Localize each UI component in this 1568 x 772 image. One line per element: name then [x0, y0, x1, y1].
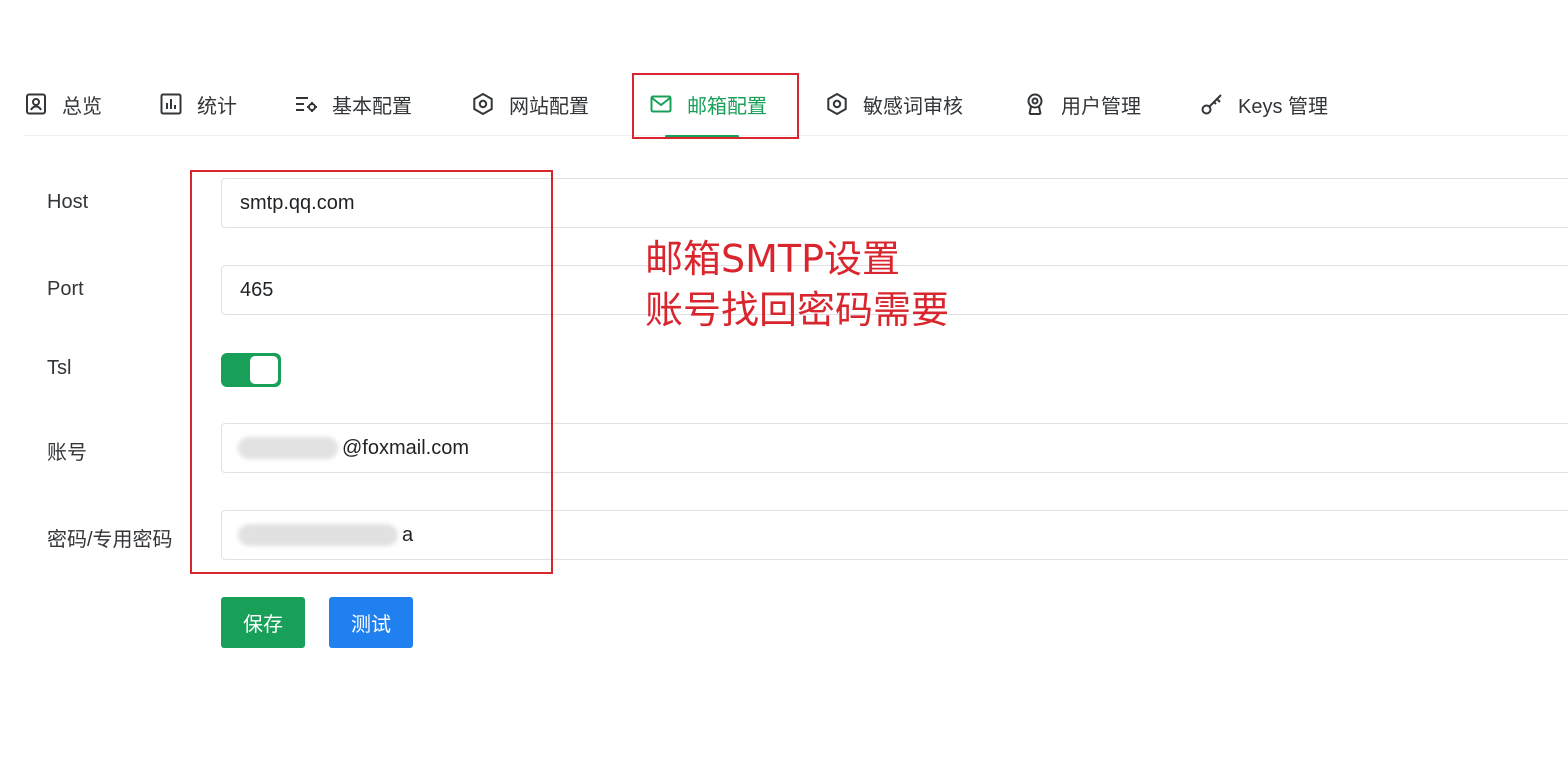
save-button[interactable]: 保存 [221, 597, 305, 648]
host-input[interactable] [240, 191, 1568, 215]
test-button[interactable]: 测试 [329, 597, 413, 648]
tab-label: 用户管理 [1061, 95, 1141, 118]
tab-label: 统计 [197, 95, 237, 118]
dashboard-icon [24, 92, 48, 116]
toggle-knob [250, 356, 278, 384]
account-field[interactable]: @foxmail.com [221, 423, 1568, 473]
settings-list-icon [294, 92, 318, 116]
account-input[interactable]: @foxmail.com [342, 437, 469, 460]
tab-label: Keys 管理 [1238, 95, 1329, 118]
port-label: Port [47, 278, 84, 300]
tab-user-management[interactable]: 用户管理 [1023, 72, 1141, 136]
hexagon-icon [471, 92, 495, 116]
tsl-toggle[interactable] [221, 353, 281, 387]
tab-label: 基本配置 [332, 95, 412, 118]
mail-icon [649, 92, 673, 116]
password-input[interactable]: a [402, 524, 413, 547]
password-label: 密码/专用密码 [47, 529, 173, 551]
tab-label: 总览 [62, 95, 102, 118]
host-label: Host [47, 191, 89, 213]
tab-label: 邮箱配置 [687, 95, 767, 118]
tab-label: 网站配置 [509, 95, 589, 118]
account-label: 账号 [47, 442, 87, 464]
bar-chart-icon [159, 92, 183, 116]
tab-email-config[interactable]: 邮箱配置 [649, 72, 767, 138]
email-config-page: 总览 统计 基本配置 网站配置 邮箱配置 敏感词审核 用户管理 Keys 管理 … [0, 0, 1568, 772]
password-field[interactable]: a [221, 510, 1568, 560]
tab-overview[interactable]: 总览 [24, 72, 102, 136]
tab-statistics[interactable]: 统计 [159, 72, 237, 136]
redaction-blur [238, 437, 338, 459]
host-field[interactable] [221, 178, 1568, 228]
tsl-label: Tsl [47, 357, 72, 379]
active-tab-indicator [665, 135, 739, 138]
tab-basic-config[interactable]: 基本配置 [294, 72, 412, 136]
tab-keys-management[interactable]: Keys 管理 [1200, 72, 1328, 136]
annotation-line-2: 账号找回密码需要 [645, 288, 950, 332]
redaction-blur [238, 524, 398, 546]
key-icon [1200, 92, 1224, 116]
annotation-text: 邮箱SMTP设置 账号找回密码需要 [645, 234, 949, 336]
tab-site-config[interactable]: 网站配置 [471, 72, 589, 136]
tab-label: 敏感词审核 [863, 95, 963, 118]
hexagon-icon [825, 92, 849, 116]
tab-bar: 总览 统计 基本配置 网站配置 邮箱配置 敏感词审核 用户管理 Keys 管理 [24, 72, 1568, 138]
user-badge-icon [1023, 92, 1047, 116]
tab-sensitive-words[interactable]: 敏感词审核 [825, 72, 963, 136]
annotation-line-1: 邮箱SMTP设置 [645, 237, 901, 281]
